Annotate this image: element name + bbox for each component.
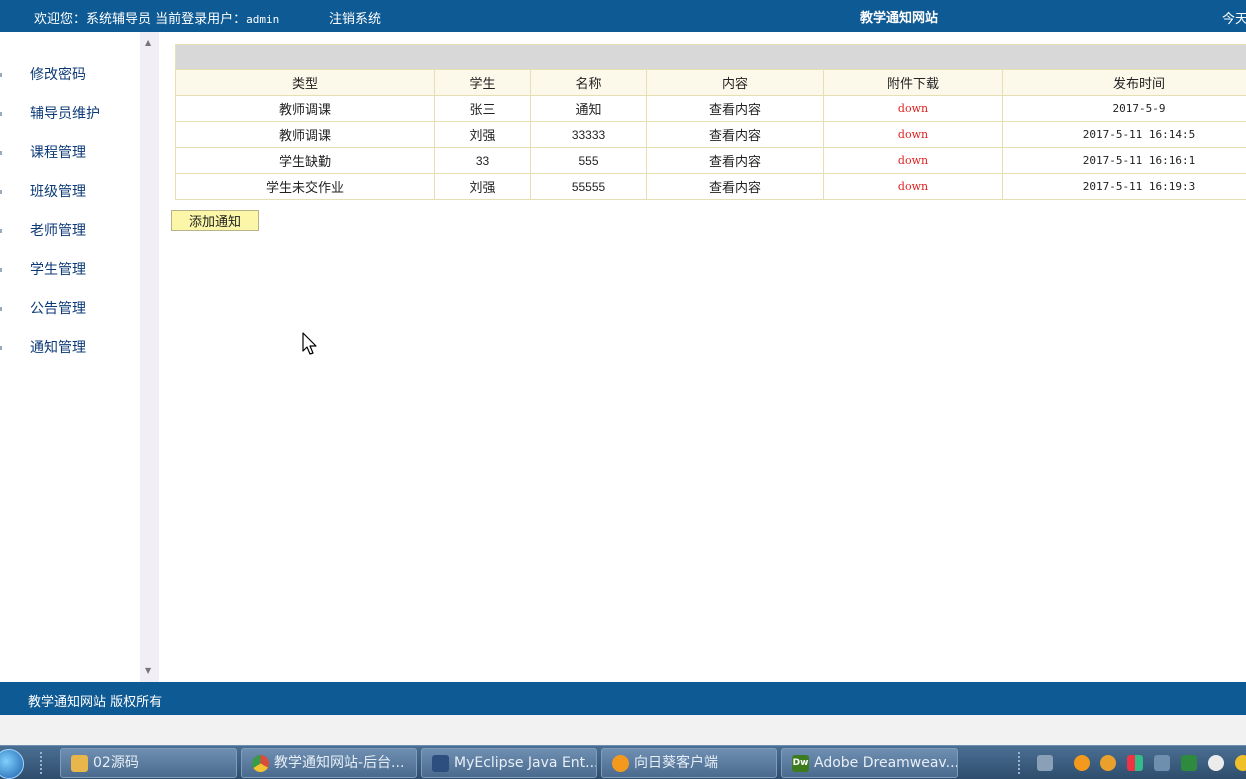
- sidebar-item-announcement-management[interactable]: 公告管理: [0, 298, 140, 337]
- taskbar-grip[interactable]: [40, 752, 48, 774]
- column-header-content: 内容: [646, 69, 824, 96]
- windows-taskbar: 02源码 教学通知网站-后台... MyEclipse Java Ent... …: [0, 745, 1246, 779]
- tray-grip[interactable]: [1018, 752, 1026, 774]
- column-header-publish-time: 发布时间: [1002, 69, 1246, 96]
- sidebar-scrollbar[interactable]: ▲ ▼: [140, 32, 159, 682]
- sidebar-item-class-management[interactable]: 班级管理: [0, 181, 140, 220]
- sidebar-item-teacher-management[interactable]: 老师管理: [0, 220, 140, 259]
- download-link[interactable]: down: [898, 128, 928, 141]
- mouse-cursor-icon: [302, 332, 317, 355]
- sidebar-item-course-management[interactable]: 课程管理: [0, 142, 140, 181]
- taskbar-item-label: 02源码: [93, 755, 139, 771]
- cell-name: 555: [530, 147, 647, 174]
- network-icon[interactable]: [1154, 755, 1170, 771]
- cell-publish-time: 2017-5-11 16:16:1: [1002, 147, 1246, 174]
- notice-table: 类型 学生 名称 内容 附件下载 发布时间 教师调课 张三 通知 查看内容 do…: [175, 69, 1246, 200]
- taskbar-item-sunflower[interactable]: 向日葵客户端: [601, 748, 777, 778]
- download-link[interactable]: down: [898, 180, 928, 193]
- column-header-student: 学生: [434, 69, 531, 96]
- cell-student: 33: [434, 147, 531, 174]
- page-bottom-area: [0, 715, 1246, 745]
- table-row: 教师调课 刘强 33333 查看内容 down 2017-5-11 16:14:…: [175, 121, 1246, 148]
- qq-penguin-icon[interactable]: [1208, 755, 1224, 771]
- table-row: 学生未交作业 刘强 55555 查看内容 down 2017-5-11 16:1…: [175, 173, 1246, 200]
- cell-publish-time: 2017-5-11 16:14:5: [1002, 121, 1246, 148]
- cell-student: 刘强: [434, 121, 531, 148]
- windows-flag-icon[interactable]: [1127, 755, 1143, 771]
- today-label: 今天: [1222, 12, 1246, 27]
- welcome-label: 欢迎您：系统辅导员: [34, 12, 152, 27]
- download-link[interactable]: down: [898, 102, 928, 115]
- search-icon[interactable]: [1100, 755, 1116, 771]
- taskbar-item-dreamweaver[interactable]: Dw Adobe Dreamweav...: [781, 748, 958, 778]
- taskbar-item-myeclipse[interactable]: MyEclipse Java Ent...: [421, 748, 597, 778]
- table-title-strip: [175, 44, 1246, 69]
- taskbar-item-browser[interactable]: 教学通知网站-后台...: [241, 748, 417, 778]
- sidebar-item-student-management[interactable]: 学生管理: [0, 259, 140, 298]
- view-content-link[interactable]: 查看内容: [709, 103, 761, 118]
- chrome-icon: [252, 755, 269, 772]
- taskbar-item-label: 向日葵客户端: [634, 755, 718, 771]
- taskbar-item-folder[interactable]: 02源码: [60, 748, 237, 778]
- username: admin: [246, 13, 280, 26]
- sidebar-nav: 修改密码 辅导员维护 课程管理 班级管理 老师管理 学生管理 公告管理 通知管理: [0, 32, 140, 682]
- logout-link[interactable]: 注销系统: [329, 8, 381, 27]
- copyright-text: 教学通知网站 版权所有: [28, 695, 163, 710]
- column-header-type: 类型: [175, 69, 435, 96]
- footer-bar: 教学通知网站 版权所有: [0, 682, 1246, 715]
- scroll-up-icon[interactable]: ▲: [145, 38, 151, 47]
- start-button-icon[interactable]: [0, 749, 24, 779]
- table-header-row: 类型 学生 名称 内容 附件下载 发布时间: [175, 69, 1246, 96]
- taskbar-item-label: 教学通知网站-后台...: [274, 755, 405, 771]
- current-user-label: 当前登录用户：: [155, 12, 247, 27]
- table-row: 教师调课 张三 通知 查看内容 down 2017-5-9: [175, 95, 1246, 122]
- view-content-link[interactable]: 查看内容: [709, 129, 761, 144]
- cell-type: 学生未交作业: [175, 173, 435, 200]
- dreamweaver-icon: Dw: [792, 755, 809, 772]
- cell-student: 张三: [434, 95, 531, 122]
- qq-penguin-icon-2[interactable]: [1235, 755, 1246, 771]
- view-content-link[interactable]: 查看内容: [709, 181, 761, 196]
- taskbar-item-label: MyEclipse Java Ent...: [454, 755, 597, 771]
- keyboard-icon[interactable]: [1037, 755, 1053, 771]
- cell-type: 学生缺勤: [175, 147, 435, 174]
- site-title: 教学通知网站: [860, 11, 939, 26]
- cell-type: 教师调课: [175, 95, 435, 122]
- sidebar-item-counselor-maintenance[interactable]: 辅导员维护: [0, 103, 140, 142]
- sunflower-icon: [612, 755, 629, 772]
- taskbar-item-label: Adobe Dreamweav...: [814, 755, 958, 771]
- cell-name: 55555: [530, 173, 647, 200]
- main-content: 类型 学生 名称 内容 附件下载 发布时间 教师调课 张三 通知 查看内容 do…: [159, 32, 1246, 682]
- view-content-link[interactable]: 查看内容: [709, 155, 761, 170]
- download-link[interactable]: down: [898, 154, 928, 167]
- cell-type: 教师调课: [175, 121, 435, 148]
- column-header-name: 名称: [530, 69, 647, 96]
- sidebar-item-notice-management[interactable]: 通知管理: [0, 337, 140, 376]
- cell-publish-time: 2017-5-9: [1002, 95, 1246, 122]
- sidebar-item-change-password[interactable]: 修改密码: [0, 64, 140, 103]
- cell-publish-time: 2017-5-11 16:19:3: [1002, 173, 1246, 200]
- notice-table-container: 类型 学生 名称 内容 附件下载 发布时间 教师调课 张三 通知 查看内容 do…: [175, 44, 1246, 200]
- table-row: 学生缺勤 33 555 查看内容 down 2017-5-11 16:16:1: [175, 147, 1246, 174]
- sunflower-tray-icon[interactable]: [1074, 755, 1090, 771]
- welcome-text: 欢迎您：系统辅导员 当前登录用户：admin: [34, 8, 279, 27]
- top-header-bar: 欢迎您：系统辅导员 当前登录用户：admin 注销系统 教学通知网站 今天: [0, 0, 1246, 32]
- scroll-down-icon[interactable]: ▼: [145, 666, 151, 675]
- cell-student: 刘强: [434, 173, 531, 200]
- cell-name: 33333: [530, 121, 647, 148]
- cell-name: 通知: [530, 95, 647, 122]
- folder-icon: [71, 755, 88, 772]
- add-notice-button[interactable]: 添加通知: [171, 210, 259, 231]
- monitor-icon[interactable]: [1181, 755, 1197, 771]
- column-header-attachment: 附件下载: [823, 69, 1003, 96]
- myeclipse-icon: [432, 755, 449, 772]
